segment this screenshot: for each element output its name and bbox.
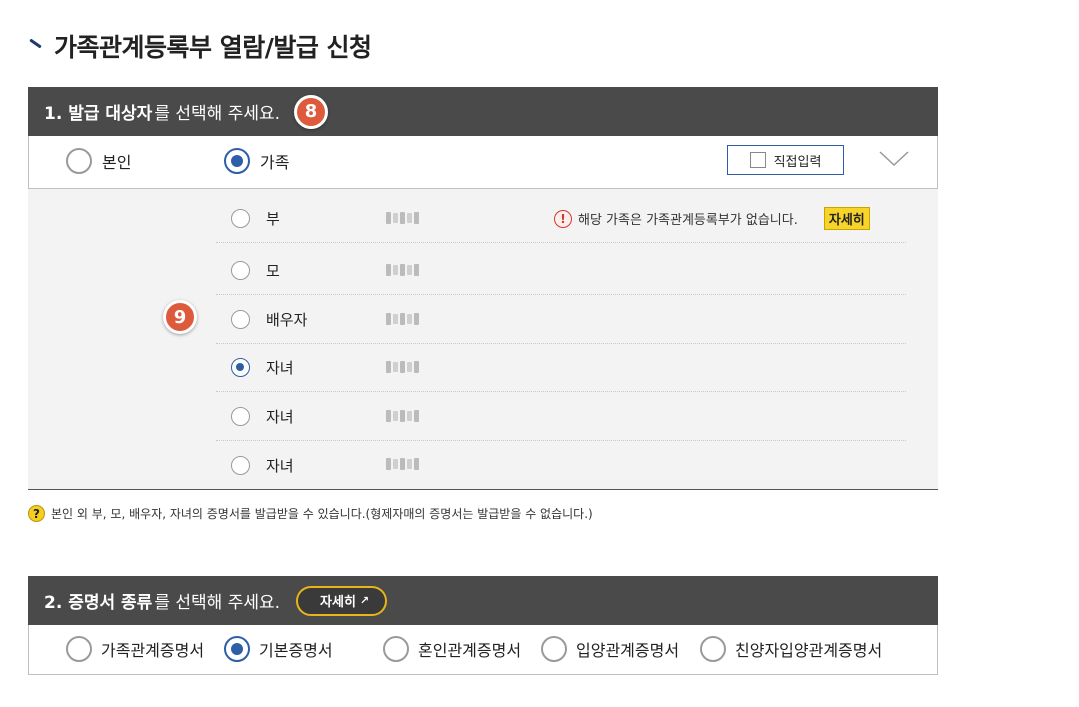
page-title-text: 가족관계등록부 열람/발급 신청 <box>54 33 372 62</box>
radio-cert-marriage[interactable] <box>383 636 409 662</box>
section2-header-rest: 를 선택해 주세요. <box>154 593 281 613</box>
blurred-name <box>386 263 426 278</box>
target-select-row: 본인 가족 직접입력 <box>28 136 938 189</box>
radio-spouse[interactable] <box>231 310 250 329</box>
family-row-mother[interactable]: 모 <box>216 247 906 295</box>
section1-header-rest: 를 선택해 주세요. <box>154 104 281 124</box>
cert-option-label: 입양관계증명서 <box>576 641 680 660</box>
cert-option-label: 친양자입양관계증명서 <box>735 641 883 660</box>
family-relation: 모 <box>266 262 280 280</box>
blurred-name <box>386 409 426 424</box>
family-relation: 자녀 <box>266 359 294 377</box>
option-family[interactable]: 가족 <box>224 148 289 174</box>
family-note: ? 본인 외 부, 모, 배우자, 자녀의 증명서를 발급받을 수 있습니다.(… <box>28 505 593 522</box>
option-self-label: 본인 <box>102 153 132 172</box>
warning-detail-button[interactable]: 자세히 <box>823 207 870 230</box>
direct-input-label: 직접입력 <box>773 154 822 170</box>
radio-mother[interactable] <box>231 261 250 280</box>
option-family-label: 가족 <box>260 153 290 172</box>
cert-option-full-adoption[interactable]: 친양자입양관계증명서 <box>700 636 882 662</box>
page-title: 가족관계등록부 열람/발급 신청 <box>28 28 372 64</box>
radio-child-3[interactable] <box>231 455 250 475</box>
option-self[interactable]: 본인 <box>66 148 131 174</box>
warning-text: 해당 가족은 가족관계등록부가 없습니다. <box>578 213 798 228</box>
chevron-down-icon[interactable] <box>879 150 909 168</box>
family-relation: 배우자 <box>266 311 308 329</box>
family-list-panel: 9 부 ! 해당 가족은 가족관계등록부가 없습니다. 자세히 모 배우자 자녀… <box>28 189 938 490</box>
title-mark-icon <box>28 39 42 53</box>
alert-icon: ! <box>554 209 572 228</box>
step-badge-9: 9 <box>163 300 197 334</box>
cert-option-adoption[interactable]: 입양관계증명서 <box>541 636 679 662</box>
section2-header-bold: 2. 증명서 종류 <box>44 593 153 613</box>
cert-option-family-relation[interactable]: 가족관계증명서 <box>66 636 204 662</box>
family-relation: 부 <box>266 210 280 228</box>
blurred-name <box>386 458 426 472</box>
cert-option-basic[interactable]: 기본증명서 <box>224 636 333 662</box>
family-row-child-3[interactable]: 자녀 <box>216 441 906 489</box>
radio-cert-adoption[interactable] <box>541 636 567 662</box>
family-relation: 자녀 <box>266 456 294 475</box>
family-relation: 자녀 <box>266 408 294 426</box>
cert-detail-link[interactable]: 자세히 ↗ <box>296 585 388 616</box>
blurred-name <box>386 211 426 226</box>
cert-option-label: 기본증명서 <box>259 641 333 660</box>
step-badge-8: 8 <box>294 94 329 129</box>
cert-option-label: 가족관계증명서 <box>101 641 205 660</box>
blurred-name <box>386 360 426 375</box>
family-row-father[interactable]: 부 ! 해당 가족은 가족관계등록부가 없습니다. 자세히 <box>216 195 906 243</box>
question-icon: ? <box>28 505 45 522</box>
radio-cert-family-relation[interactable] <box>66 636 92 662</box>
direct-input-button[interactable]: 직접입력 <box>727 145 844 175</box>
family-row-spouse[interactable]: 배우자 <box>216 296 906 344</box>
radio-father[interactable] <box>231 209 250 228</box>
section1-header-bold: 1. 발급 대상자 <box>44 104 153 124</box>
radio-cert-full-adoption[interactable] <box>700 636 726 662</box>
radio-self[interactable] <box>66 148 92 174</box>
radio-cert-basic[interactable] <box>224 636 250 662</box>
family-row-child-1[interactable]: 자녀 <box>216 344 906 392</box>
radio-child-2[interactable] <box>231 407 250 426</box>
cert-detail-label: 자세히 <box>320 595 356 610</box>
cert-option-label: 혼인관계증명서 <box>418 641 522 660</box>
family-note-text: 본인 외 부, 모, 배우자, 자녀의 증명서를 발급받을 수 있습니다.(형제… <box>51 507 593 521</box>
cert-option-marriage[interactable]: 혼인관계증명서 <box>383 636 521 662</box>
no-register-warning: ! 해당 가족은 가족관계등록부가 없습니다. 자세히 <box>554 207 870 230</box>
radio-family[interactable] <box>224 148 250 174</box>
section1-header: 1. 발급 대상자 를 선택해 주세요. 8 <box>28 87 938 136</box>
blurred-name <box>386 312 426 327</box>
direct-input-checkbox[interactable] <box>749 152 766 168</box>
external-link-icon: ↗ <box>359 594 370 607</box>
cert-type-row: 가족관계증명서 기본증명서 혼인관계증명서 입양관계증명서 친양자입양관계증명서 <box>28 625 938 675</box>
section2-header: 2. 증명서 종류 를 선택해 주세요. 자세히 ↗ <box>28 576 938 625</box>
family-row-child-2[interactable]: 자녀 <box>216 393 906 441</box>
radio-child-1[interactable] <box>231 358 250 377</box>
